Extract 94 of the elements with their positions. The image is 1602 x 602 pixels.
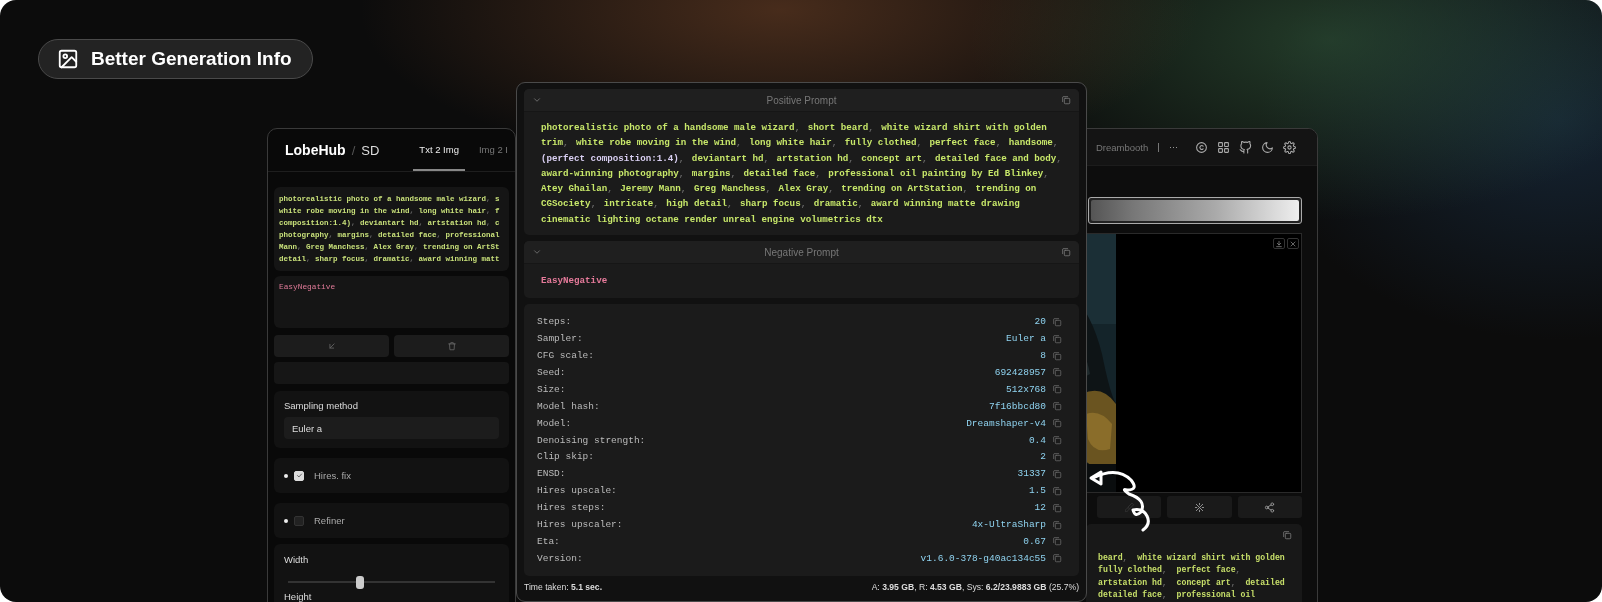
time-taken: Time taken: 5.1 sec.: [524, 581, 603, 592]
parameter-value: 692428957: [994, 367, 1046, 378]
copy-icon[interactable]: [1052, 468, 1062, 479]
memory-usage: A: 3.95 GB, R: 4.53 GB, Sys: 6.2/23.9883 GB (25.7%): [871, 581, 1079, 592]
prompt-line: fully clothed, perfect face,: [1098, 564, 1242, 577]
parameter-value: 1.5: [1028, 485, 1046, 497]
parameter-label: Seed:: [537, 367, 567, 378]
field-label: Height: [284, 591, 313, 602]
parameter-value: 0.4: [1028, 434, 1046, 446]
copy-icon[interactable]: [1052, 435, 1062, 446]
download-icon: [1275, 239, 1283, 248]
copy-icon[interactable]: [1052, 418, 1062, 429]
parameter-label: Version:: [537, 552, 584, 564]
cross-icon: [1194, 501, 1205, 513]
parameter-value: 512x768: [1006, 383, 1046, 395]
brush-icon: [1123, 501, 1135, 513]
copy-icon[interactable]: [1052, 316, 1062, 327]
parameter-label: ENSD:: [537, 468, 567, 480]
parameter-value: 4x-UltraSharp: [971, 519, 1046, 530]
copy-icon[interactable]: [1052, 485, 1062, 496]
badge-label: Better Generation Info: [91, 48, 292, 70]
parameter-value: 0.67: [1023, 535, 1046, 547]
brand-name: LobeHub: [285, 142, 346, 158]
download-button[interactable]: [1273, 238, 1285, 249]
copy-icon[interactable]: [1282, 530, 1292, 540]
parameter-value: 8: [1040, 350, 1046, 362]
copy-icon[interactable]: [1052, 384, 1062, 395]
product-name: SD: [361, 142, 380, 158]
parameter-value: Dreamshaper-v4: [966, 417, 1046, 429]
settings-icon[interactable]: [1283, 140, 1296, 154]
parameter-value: 20: [1034, 316, 1046, 328]
section-title: Negative Prompt: [764, 246, 839, 258]
share-icon: [1264, 501, 1276, 513]
separator: /: [351, 142, 356, 158]
check-icon: [295, 472, 303, 479]
copy-icon[interactable]: [1052, 333, 1062, 344]
prompt-line: detailed face, professional oil: [1098, 588, 1257, 601]
slider-thumb[interactable]: [356, 576, 365, 589]
parameter-value: 2: [1040, 451, 1046, 463]
parameter-label: Sampler:: [537, 333, 584, 345]
positive-prompt-text: photorealistic photo of a handsome male wizard, short beard, white wizard shirt with golden trim, white robe moving in the wind, long white hair, fully clothed, perfect face, handsome, (perfect composition:1.4), deviantart hd, artstation hd, concept art, detailed face and body, award-winning photography, margins, detailed face, professional oil painting by Ed Blinkey, Atey Ghailan, Jeremy Mann, Greg Manchess, Alex Gray, trending on ArtStation, trending on CGSociety, intricate, high detail, sharp focus, dramatic, award winning matte drawing cinematic lighting octane render unreal engine volumetrics dtx: [540, 121, 1063, 227]
parameter-label: Denoising strength:: [537, 434, 647, 446]
trash-icon: [446, 341, 457, 351]
tab[interactable]: Txt 2 Img: [413, 129, 465, 171]
nav-tab[interactable]: Dreambooth: [1096, 141, 1158, 153]
copy-icon[interactable]: [1052, 553, 1062, 564]
parameter-value: 12: [1034, 502, 1046, 514]
parameter-label: Steps:: [537, 316, 573, 328]
share-button[interactable]: [1237, 496, 1302, 518]
copy-icon[interactable]: [1061, 247, 1071, 258]
field-label: Sampling method: [284, 400, 359, 411]
copy-icon[interactable]: [1052, 401, 1062, 412]
more-button[interactable]: ···: [1169, 142, 1178, 152]
parameter-label: Hires upscale:: [537, 485, 618, 497]
checkbox-label: Refiner: [314, 515, 345, 526]
copy-icon[interactable]: [1052, 502, 1062, 513]
prompt-line: artstation hd, concept art, detailed: [1098, 576, 1286, 589]
parameter-value: Euler a: [1006, 333, 1046, 345]
image-icon: [57, 48, 79, 70]
github-icon[interactable]: [1239, 140, 1252, 154]
arrow-icon: [326, 341, 337, 351]
copy-icon[interactable]: [1052, 519, 1062, 530]
copy-icon[interactable]: [1061, 95, 1071, 105]
checkbox[interactable]: [294, 515, 304, 526]
sampling-select[interactable]: Euler a: [284, 417, 499, 439]
copyright-icon[interactable]: [1195, 140, 1208, 154]
copy-icon[interactable]: [1052, 367, 1062, 378]
parameter-label: Hires upscaler:: [537, 519, 624, 530]
tab[interactable]: Img 2 I: [472, 129, 514, 171]
close-button[interactable]: [1287, 238, 1299, 249]
parameter-value: v1.6.0-378-g40ac134c55: [920, 552, 1046, 564]
moon-icon[interactable]: [1261, 140, 1274, 154]
parameter-value: 31337: [1017, 468, 1046, 480]
copy-icon[interactable]: [1052, 536, 1062, 547]
parameter-label: Size:: [537, 383, 567, 395]
negative-prompt-text: EasyNegative: [540, 274, 609, 289]
checkbox-label: Hires. fix: [314, 470, 351, 481]
prompt-line: beard, white wizard shirt with golden: [1098, 552, 1286, 564]
field-label: Width: [284, 554, 310, 565]
parameter-label: CFG scale:: [537, 350, 595, 362]
parameter-label: Clip skip:: [537, 451, 595, 463]
close-icon: [1289, 239, 1297, 248]
parameter-value: 7f16bbcd80: [989, 400, 1046, 412]
copy-icon[interactable]: [1052, 350, 1062, 361]
parameter-label: Hires steps:: [537, 502, 607, 514]
copy-icon[interactable]: [1052, 451, 1062, 462]
parameter-label: Eta:: [537, 535, 561, 547]
parameter-label: Model hash:: [537, 400, 601, 412]
section-title: Positive Prompt: [766, 94, 837, 106]
status-dot: [284, 518, 288, 523]
parameter-label: Model:: [537, 417, 573, 429]
grid-icon[interactable]: [1217, 140, 1230, 154]
status-dot: [284, 473, 288, 478]
chevron-icon[interactable]: [532, 95, 542, 105]
